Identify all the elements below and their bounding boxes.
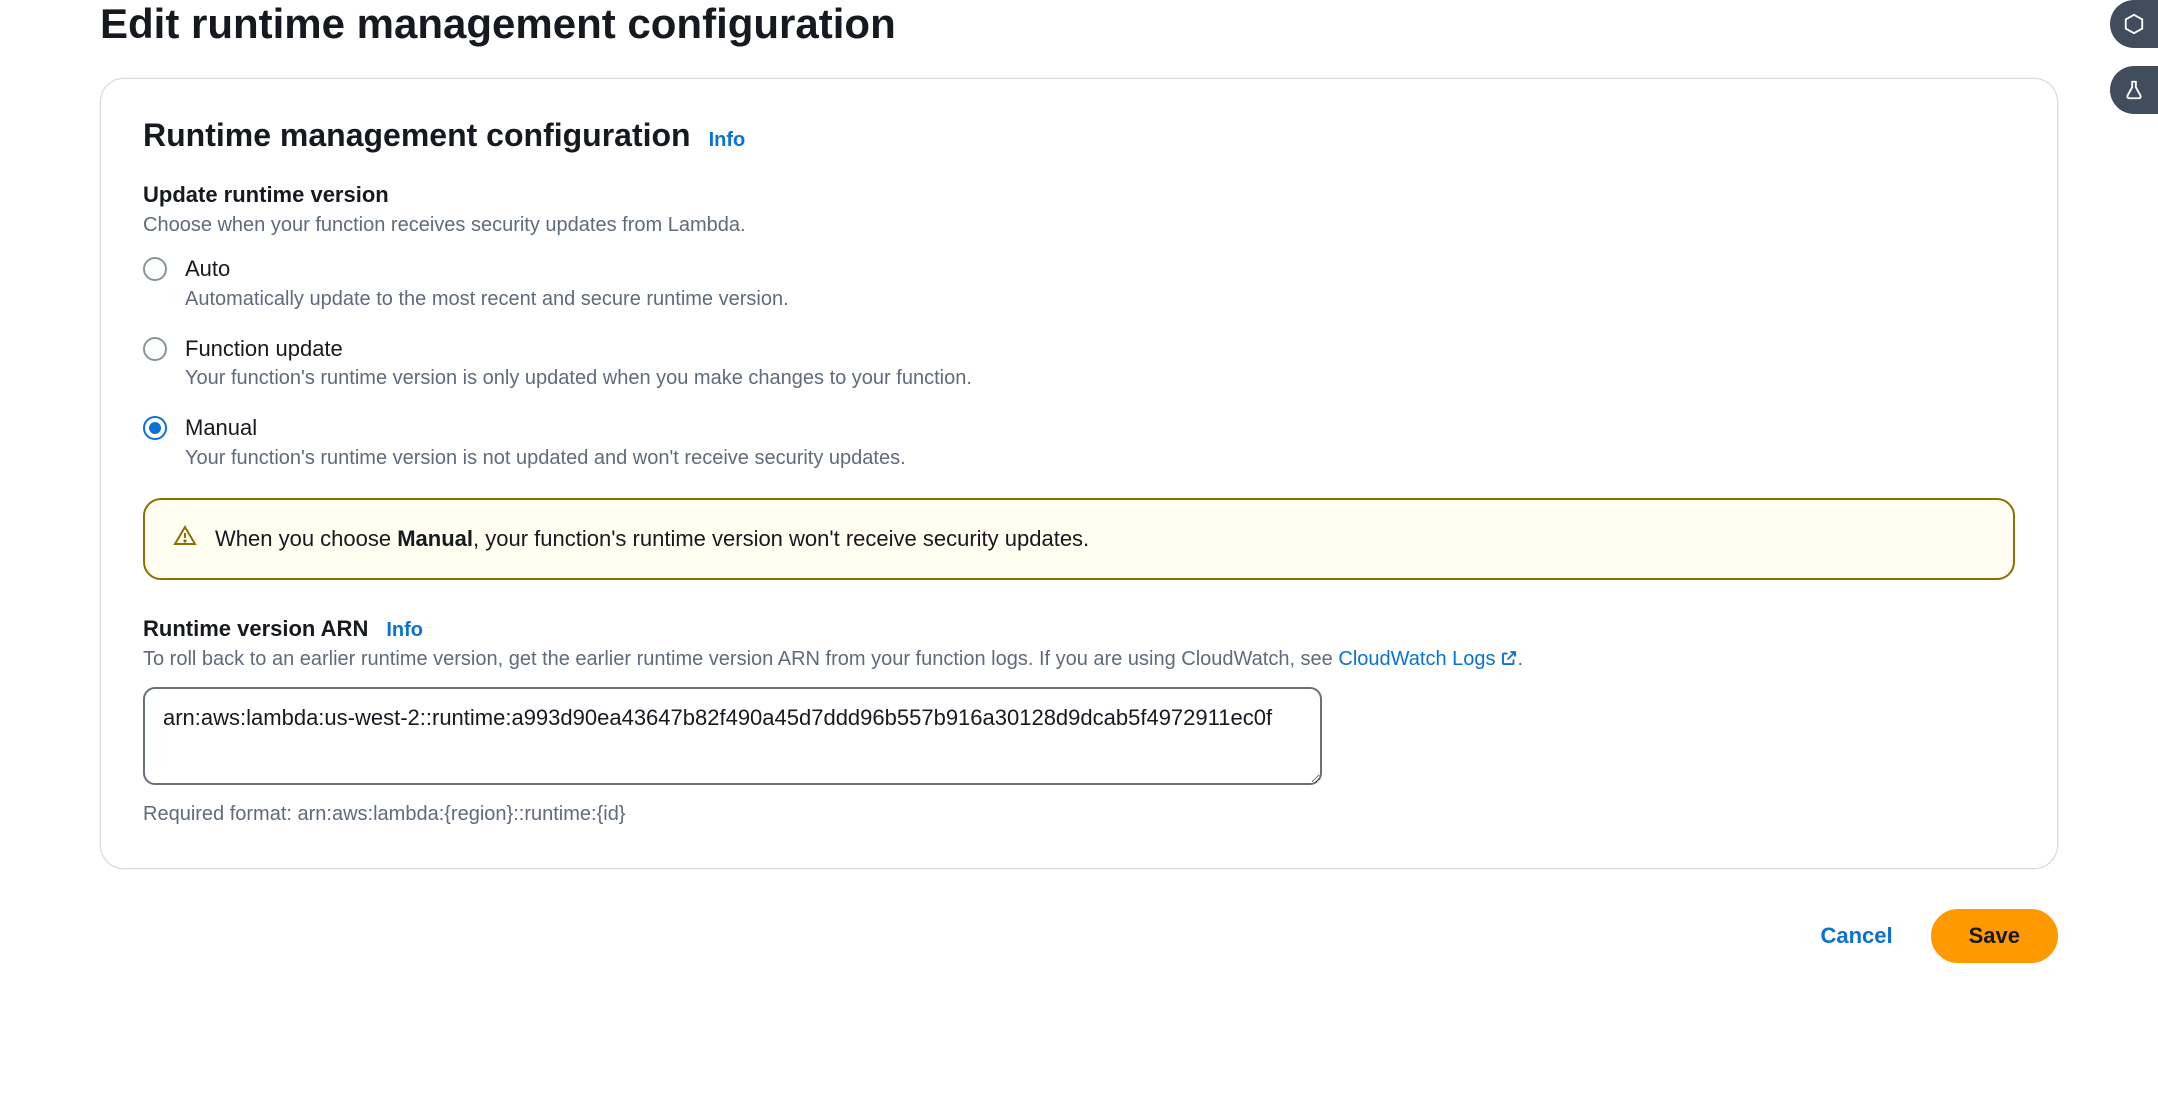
alert-suffix: , your function's runtime version won't … xyxy=(473,526,1089,551)
update-section-desc: Choose when your function receives secur… xyxy=(143,214,2015,237)
arn-desc-prefix: To roll back to an earlier runtime versi… xyxy=(143,648,1338,670)
radio-function-update-desc: Your function's runtime version is only … xyxy=(185,367,972,390)
radio-auto-circle xyxy=(143,257,167,281)
arn-input[interactable] xyxy=(143,687,1322,785)
warning-icon xyxy=(173,524,197,554)
radio-function-update[interactable]: Function update Your function's runtime … xyxy=(143,335,2015,391)
cancel-button[interactable]: Cancel xyxy=(1812,911,1900,961)
panel-title: Runtime management configuration xyxy=(143,117,691,154)
radio-manual-circle xyxy=(143,416,167,440)
radio-auto-desc: Automatically update to the most recent … xyxy=(185,288,789,311)
side-widget-hex-icon[interactable] xyxy=(2110,0,2158,48)
arn-description: To roll back to an earlier runtime versi… xyxy=(143,648,2015,673)
arn-info-link[interactable]: Info xyxy=(386,619,423,642)
panel-header: Runtime management configuration Info xyxy=(143,117,2015,154)
alert-text: When you choose Manual, your function's … xyxy=(215,526,1089,552)
arn-label-row: Runtime version ARN Info xyxy=(143,616,2015,642)
update-section-label: Update runtime version xyxy=(143,182,2015,208)
save-button[interactable]: Save xyxy=(1931,909,2058,963)
radio-manual-label: Manual xyxy=(185,414,906,443)
cloudwatch-logs-link[interactable]: CloudWatch Logs xyxy=(1338,648,1517,670)
config-panel: Runtime management configuration Info Up… xyxy=(100,78,2058,869)
radio-manual-text: Manual Your function's runtime version i… xyxy=(185,414,906,470)
side-widget-flask-icon[interactable] xyxy=(2110,66,2158,114)
radio-auto[interactable]: Auto Automatically update to the most re… xyxy=(143,255,2015,311)
manual-warning-alert: When you choose Manual, your function's … xyxy=(143,498,2015,580)
arn-label: Runtime version ARN xyxy=(143,616,368,642)
external-link-icon xyxy=(1500,649,1518,673)
alert-prefix: When you choose xyxy=(215,526,397,551)
update-radio-group: Auto Automatically update to the most re… xyxy=(143,255,2015,470)
side-widgets xyxy=(2110,0,2158,114)
radio-manual-desc: Your function's runtime version is not u… xyxy=(185,447,906,470)
footer-actions: Cancel Save xyxy=(0,869,2158,963)
radio-auto-label: Auto xyxy=(185,255,789,284)
arn-desc-suffix: . xyxy=(1518,648,1524,670)
page-title: Edit runtime management configuration xyxy=(100,0,2058,48)
alert-bold: Manual xyxy=(397,526,473,551)
radio-function-update-label: Function update xyxy=(185,335,972,364)
panel-info-link[interactable]: Info xyxy=(709,129,746,152)
radio-auto-text: Auto Automatically update to the most re… xyxy=(185,255,789,311)
radio-function-update-text: Function update Your function's runtime … xyxy=(185,335,972,391)
arn-hint: Required format: arn:aws:lambda:{region}… xyxy=(143,803,2015,826)
radio-manual[interactable]: Manual Your function's runtime version i… xyxy=(143,414,2015,470)
radio-function-update-circle xyxy=(143,337,167,361)
